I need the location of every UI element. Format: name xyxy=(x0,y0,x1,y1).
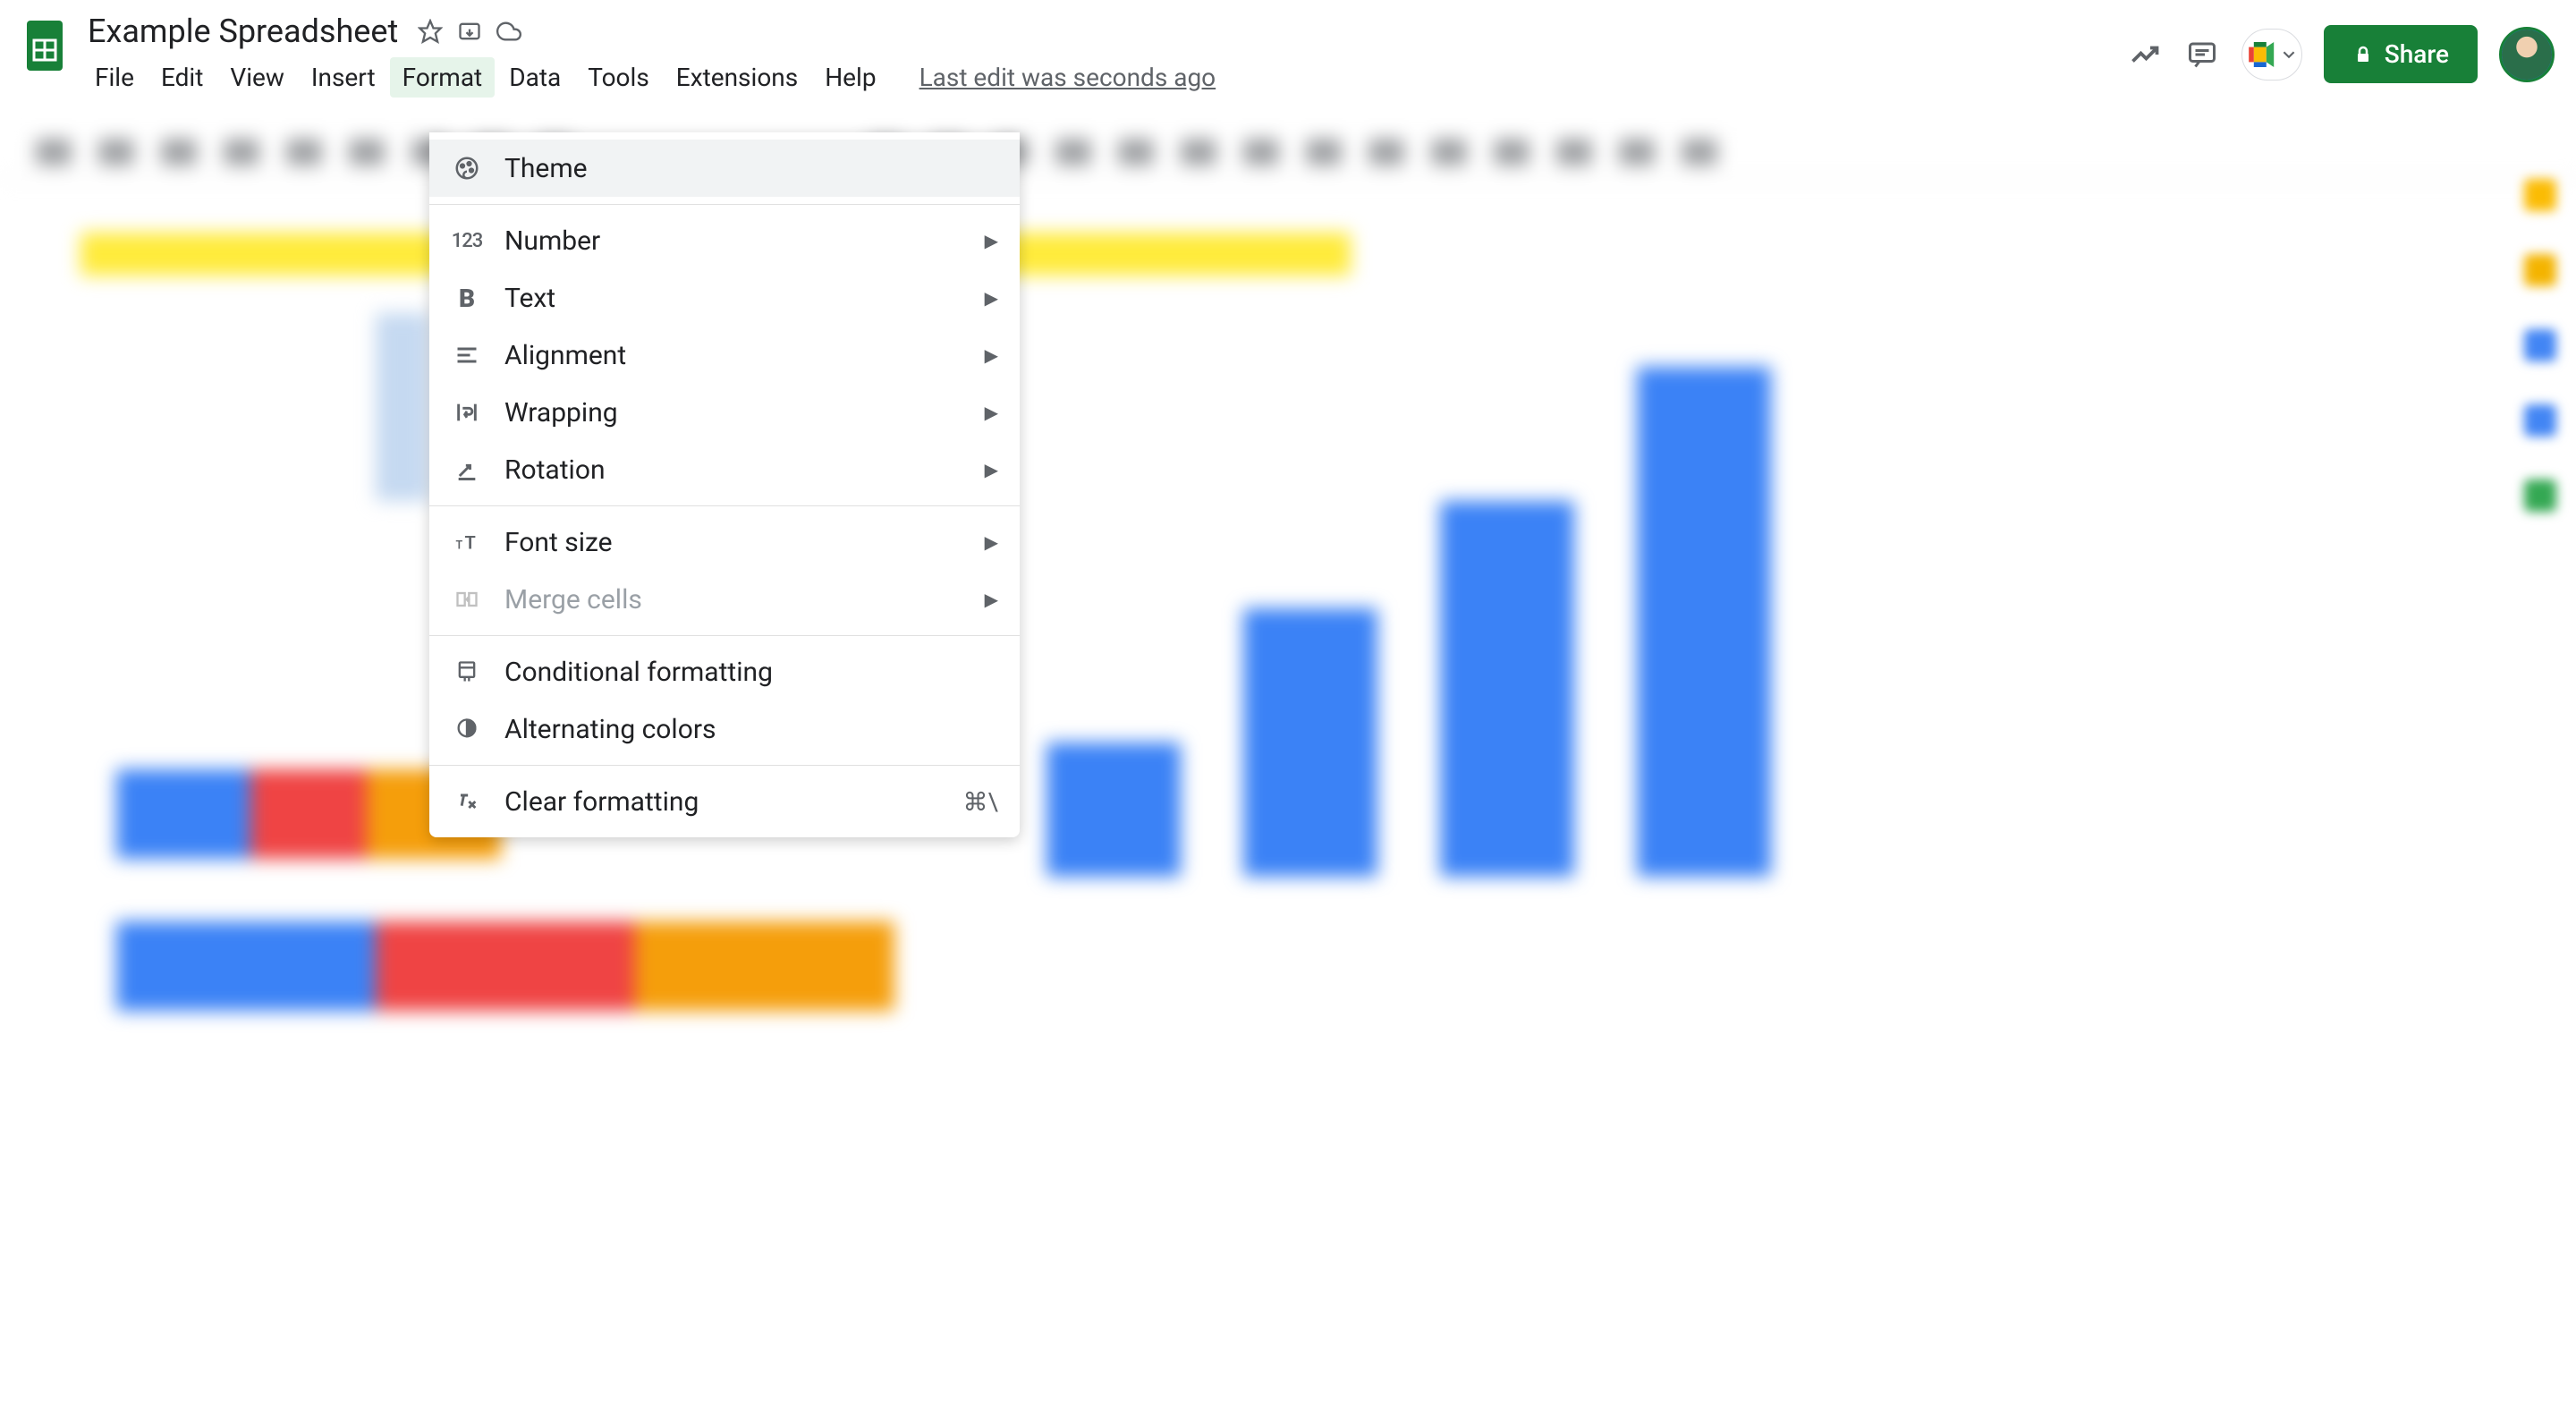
menu-alignment[interactable]: Alignment ▶ xyxy=(429,327,1020,384)
bold-icon: B xyxy=(451,282,483,314)
document-title[interactable]: Example Spreadsheet xyxy=(82,11,403,52)
alternating-colors-icon xyxy=(451,713,483,745)
menu-clear-formatting[interactable]: Clear formatting ⌘\ xyxy=(429,773,1020,830)
submenu-arrow-icon: ▶ xyxy=(985,589,998,610)
vertical-bar-chart xyxy=(975,304,1869,912)
alignment-icon xyxy=(451,339,483,371)
activity-icon[interactable] xyxy=(2127,37,2163,72)
menu-conditional-formatting[interactable]: Conditional formatting xyxy=(429,643,1020,700)
menu-clear-formatting-label: Clear formatting xyxy=(504,786,942,818)
share-button[interactable]: Share xyxy=(2324,25,2478,83)
submenu-arrow-icon: ▶ xyxy=(985,344,998,366)
divider xyxy=(429,765,1020,766)
comments-icon[interactable] xyxy=(2184,37,2220,72)
star-icon[interactable] xyxy=(418,19,443,44)
menu-text-label: Text xyxy=(504,283,963,314)
meet-icon[interactable] xyxy=(2241,29,2302,81)
menu-font-size[interactable]: TT Font size ▶ xyxy=(429,513,1020,571)
share-label: Share xyxy=(2385,39,2449,69)
clear-format-icon xyxy=(451,785,483,818)
number-icon: 123 xyxy=(451,225,483,257)
conditional-format-icon xyxy=(451,656,483,688)
menu-alternating-colors-label: Alternating colors xyxy=(504,714,998,745)
menu-edit[interactable]: Edit xyxy=(148,57,216,98)
menu-theme-label: Theme xyxy=(504,153,998,184)
menu-wrapping-label: Wrapping xyxy=(504,397,963,428)
theme-icon xyxy=(451,152,483,184)
menu-number[interactable]: 123 Number ▶ xyxy=(429,212,1020,269)
cloud-icon[interactable] xyxy=(496,19,521,44)
menu-alignment-label: Alignment xyxy=(504,340,963,371)
header-right: Share xyxy=(2127,25,2555,83)
menu-file[interactable]: File xyxy=(82,57,147,98)
menu-merge-cells-label: Merge cells xyxy=(504,584,963,615)
header: Example Spreadsheet File Edit View Inser… xyxy=(0,0,2576,98)
divider xyxy=(429,635,1020,636)
divider xyxy=(429,204,1020,205)
menu-format[interactable]: Format xyxy=(390,57,496,98)
avatar[interactable] xyxy=(2499,27,2555,82)
chevron-down-icon xyxy=(2283,48,2295,61)
menu-rotation[interactable]: Rotation ▶ xyxy=(429,441,1020,498)
menu-rotation-label: Rotation xyxy=(504,454,963,486)
menu-font-size-label: Font size xyxy=(504,527,963,558)
menu-text[interactable]: B Text ▶ xyxy=(429,269,1020,327)
title-area: Example Spreadsheet File Edit View Inser… xyxy=(82,11,2113,98)
submenu-arrow-icon: ▶ xyxy=(985,531,998,553)
wrapping-icon xyxy=(451,396,483,428)
divider xyxy=(429,505,1020,506)
menu-view[interactable]: View xyxy=(217,57,297,98)
blurred-background xyxy=(0,125,2576,1417)
font-size-icon: TT xyxy=(451,526,483,558)
menu-help[interactable]: Help xyxy=(812,57,888,98)
svg-text:T: T xyxy=(456,539,463,553)
menu-insert[interactable]: Insert xyxy=(299,57,388,98)
menu-number-label: Number xyxy=(504,225,963,257)
submenu-arrow-icon: ▶ xyxy=(985,230,998,251)
format-dropdown: Theme 123 Number ▶ B Text ▶ Alignment ▶ … xyxy=(429,132,1020,837)
submenu-arrow-icon: ▶ xyxy=(985,459,998,480)
shortcut-label: ⌘\ xyxy=(963,787,999,817)
menu-conditional-formatting-label: Conditional formatting xyxy=(504,657,998,688)
merge-icon xyxy=(451,583,483,615)
menu-tools[interactable]: Tools xyxy=(575,57,662,98)
menu-merge-cells: Merge cells ▶ xyxy=(429,571,1020,628)
sheets-logo[interactable] xyxy=(21,14,68,77)
last-edit-link[interactable]: Last edit was seconds ago xyxy=(919,63,1216,92)
lock-icon xyxy=(2352,44,2374,65)
side-panel xyxy=(2524,179,2560,512)
menu-data[interactable]: Data xyxy=(496,57,573,98)
menubar: File Edit View Insert Format Data Tools … xyxy=(82,57,2113,98)
svg-text:T: T xyxy=(465,532,476,554)
menu-wrapping[interactable]: Wrapping ▶ xyxy=(429,384,1020,441)
submenu-arrow-icon: ▶ xyxy=(985,402,998,423)
menu-theme[interactable]: Theme xyxy=(429,140,1020,197)
submenu-arrow-icon: ▶ xyxy=(985,287,998,309)
rotation-icon xyxy=(451,454,483,486)
menu-extensions[interactable]: Extensions xyxy=(664,57,810,98)
move-icon[interactable] xyxy=(457,19,482,44)
menu-alternating-colors[interactable]: Alternating colors xyxy=(429,700,1020,758)
